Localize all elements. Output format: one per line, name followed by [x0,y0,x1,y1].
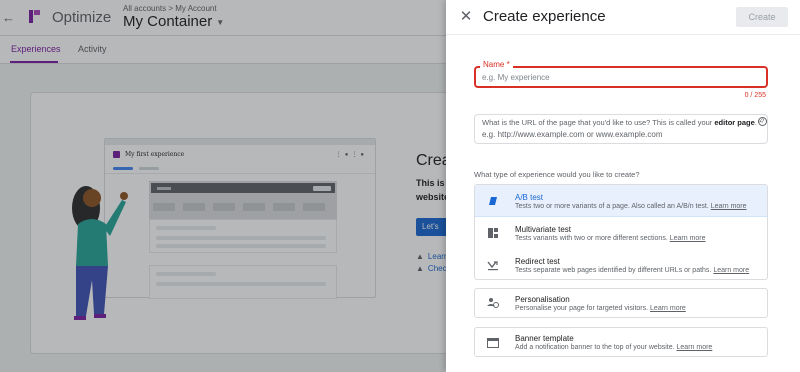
editor-page-url-field[interactable]: What is the URL of the page that you'd l… [474,114,768,144]
name-label: Name * [480,60,513,69]
url-input[interactable] [482,128,752,140]
multivariate-icon [488,228,498,238]
option-description: Tests two or more variants of a page. Al… [515,203,747,210]
option-title: Personalisation [515,295,570,304]
option-multivariate-test[interactable]: Multivariate test Tests variants with tw… [475,217,767,249]
option-title: A/B test [515,193,544,202]
banner-icon [487,338,499,348]
close-icon[interactable]: ✕ [458,7,474,27]
option-redirect-test[interactable]: Redirect test Tests separate web pages i… [475,249,767,279]
option-description: Tests variants with two or more differen… [515,235,706,242]
learn-more-link[interactable]: Learn more [677,344,713,351]
option-banner-template[interactable]: Banner template Add a notification banne… [474,327,768,357]
option-ab-test[interactable]: A/B test Tests two or more variants of a… [475,185,767,217]
name-input[interactable] [482,71,752,83]
redirect-icon [487,261,498,271]
learn-more-link[interactable]: Learn more [670,235,706,242]
learn-more-link[interactable]: Learn more [713,267,749,274]
personalisation-icon [487,298,499,308]
experience-type-question: What type of experience would you like t… [474,170,640,179]
option-description: Add a notification banner to the top of … [515,344,713,351]
name-char-counter: 0 / 255 [744,92,766,99]
learn-more-link[interactable]: Learn more [650,305,686,312]
help-icon[interactable]: ? [758,117,767,126]
ab-test-icon [489,197,497,205]
url-label: What is the URL of the page that you'd l… [482,118,762,127]
panel-header: ✕ Create experience Create [446,0,800,35]
option-title: Banner template [515,334,574,343]
modal-scrim[interactable] [0,0,446,372]
option-title: Multivariate test [515,225,572,234]
create-button[interactable]: Create [736,7,788,27]
option-personalisation[interactable]: Personalisation Personalise your page fo… [474,288,768,318]
panel-title: Create experience [483,8,606,25]
learn-more-link[interactable]: Learn more [711,203,747,210]
experience-type-group: A/B test Tests two or more variants of a… [474,184,768,280]
option-description: Tests separate web pages identified by d… [515,267,750,274]
name-field[interactable] [474,66,768,88]
option-title: Redirect test [515,257,560,266]
create-experience-panel: ✕ Create experience Create Name * 0 / 25… [446,0,800,372]
option-description: Personalise your page for targeted visit… [515,305,686,312]
